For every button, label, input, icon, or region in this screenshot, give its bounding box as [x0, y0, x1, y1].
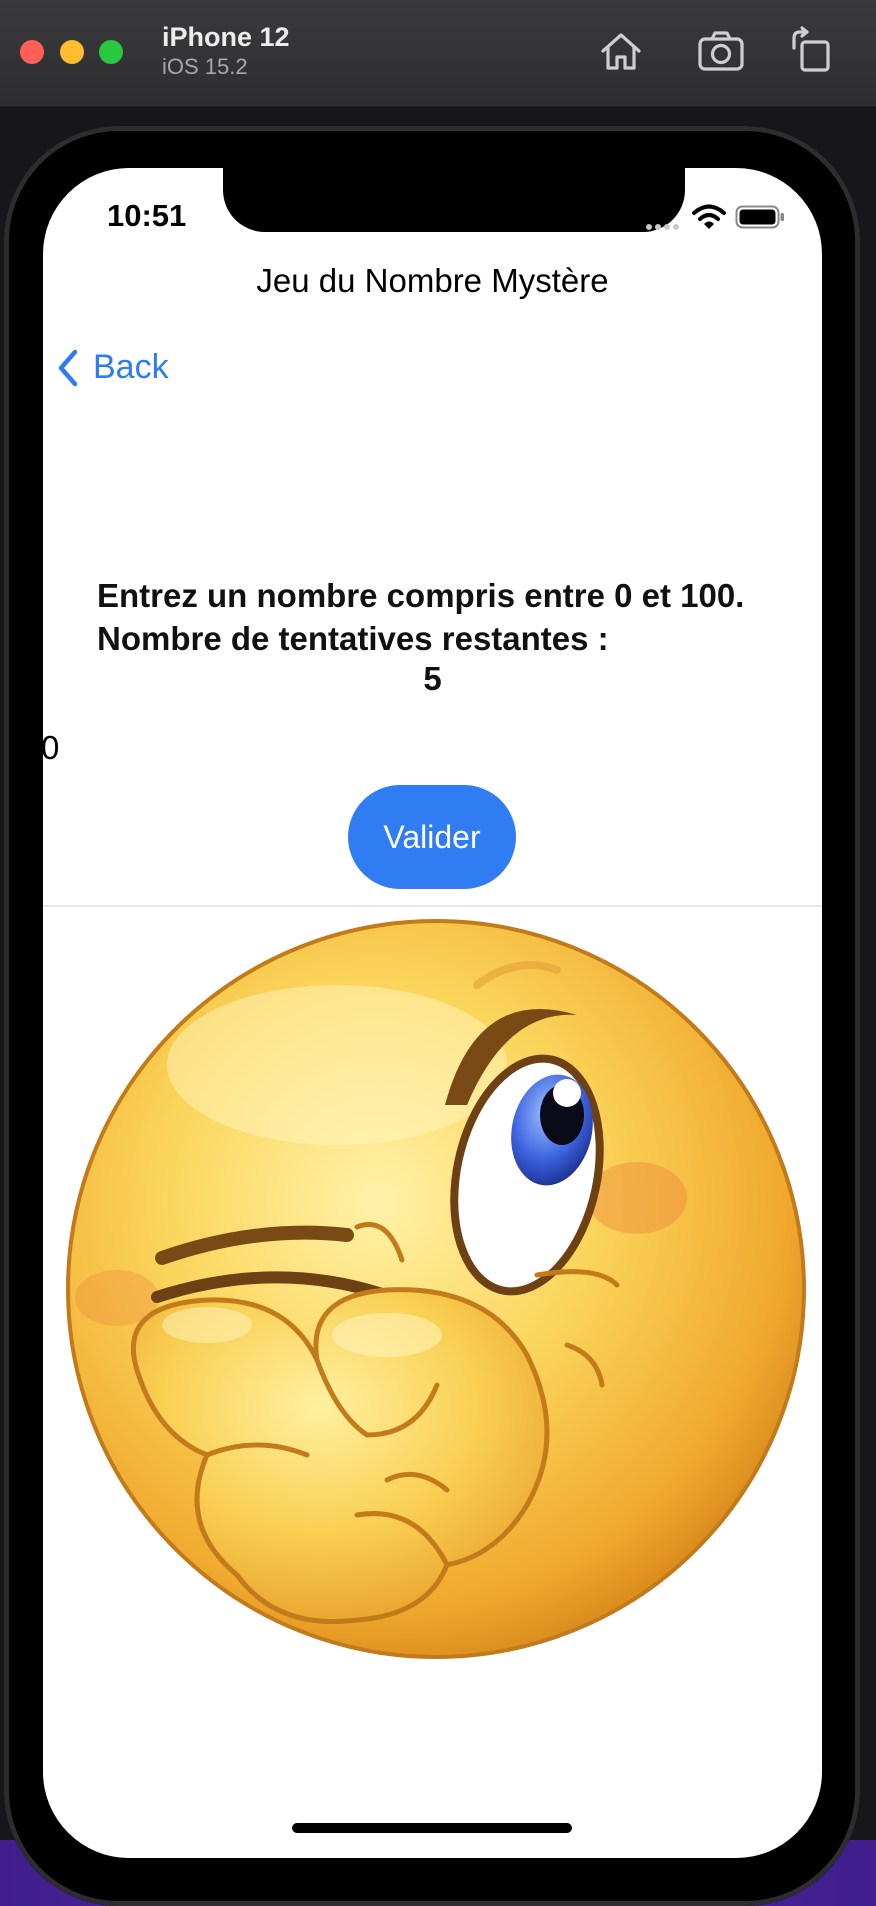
- wifi-icon: [692, 204, 726, 229]
- close-window-button[interactable]: [20, 40, 44, 64]
- back-button[interactable]: Back: [57, 348, 169, 387]
- home-indicator[interactable]: [292, 1823, 572, 1833]
- instructions-text: Entrez un nombre compris entre 0 et 100.…: [97, 577, 745, 657]
- home-icon[interactable]: [596, 26, 646, 76]
- cellular-signal-icon: [646, 224, 679, 230]
- notch: [223, 168, 685, 232]
- rotate-icon[interactable]: [786, 26, 836, 76]
- device-name: iPhone 12: [162, 22, 290, 52]
- validate-button[interactable]: Valider: [348, 785, 516, 889]
- minimize-window-button[interactable]: [60, 40, 84, 64]
- chevron-left-icon: [58, 349, 78, 386]
- status-bar-time: 10:51: [107, 198, 187, 233]
- page-title: Jeu du Nombre Mystère: [256, 262, 609, 299]
- phone-screen: 10:51 Jeu du Nombre Mystère Back Entrez …: [43, 168, 822, 1858]
- battery-icon: [735, 205, 784, 229]
- simulator-title-bar: iPhone 12 iOS 15.2: [0, 0, 876, 107]
- os-version: iOS 15.2: [162, 54, 248, 79]
- divider: [43, 905, 822, 907]
- camera-icon[interactable]: [696, 26, 746, 76]
- attempts-remaining-value: 5: [423, 660, 442, 697]
- back-button-label: Back: [93, 348, 169, 386]
- zoom-window-button[interactable]: [99, 40, 123, 64]
- thinking-wink-emoji-image: [66, 919, 806, 1659]
- guess-input[interactable]: [43, 726, 801, 770]
